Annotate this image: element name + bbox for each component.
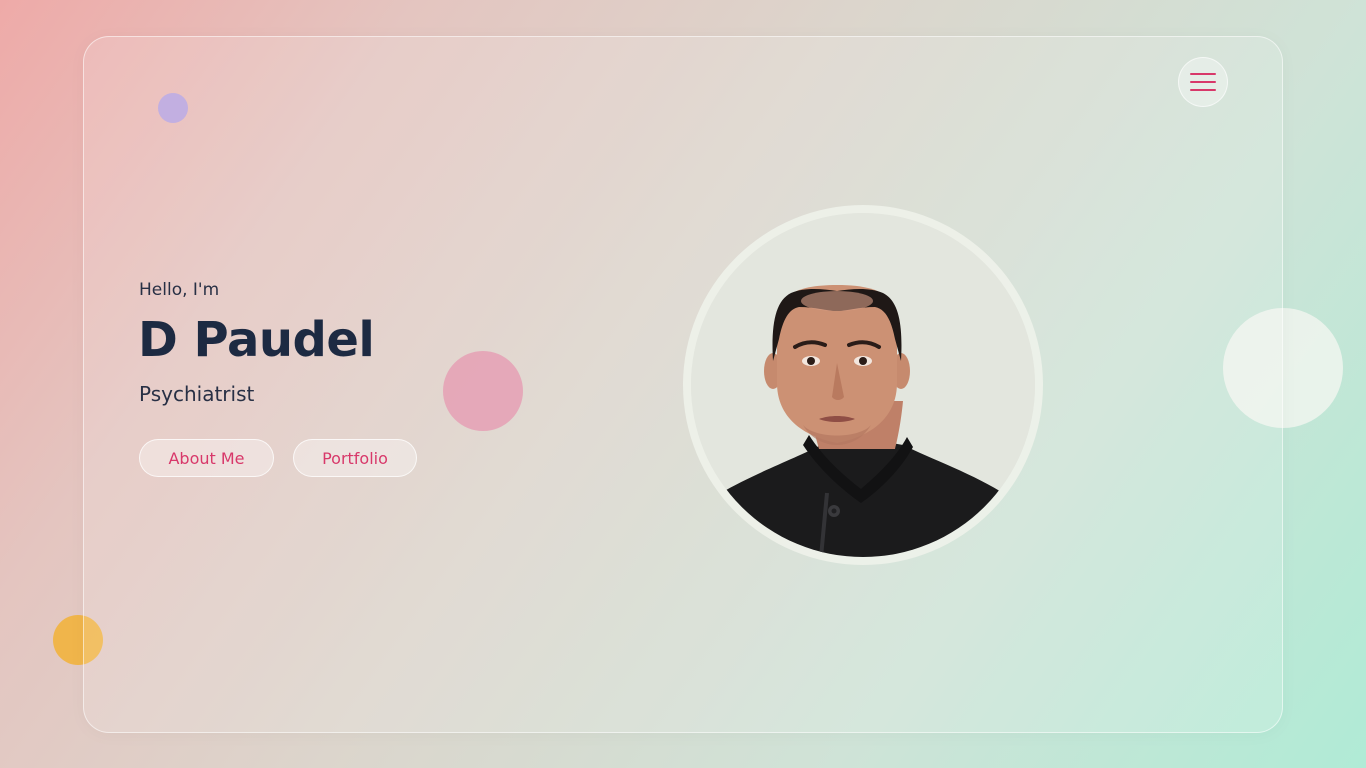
profession-text: Psychiatrist — [139, 382, 255, 406]
about-me-button[interactable]: About Me — [139, 439, 274, 477]
hamburger-menu-icon — [1190, 73, 1216, 91]
decorative-pink-circle — [443, 351, 523, 431]
hero-name: D Paudel — [138, 312, 375, 368]
profile-photo-frame — [683, 205, 1043, 565]
greeting-text: Hello, I'm — [139, 280, 220, 300]
profile-photo — [691, 213, 1035, 557]
menu-button[interactable] — [1178, 57, 1228, 107]
portfolio-button[interactable]: Portfolio — [293, 439, 417, 477]
